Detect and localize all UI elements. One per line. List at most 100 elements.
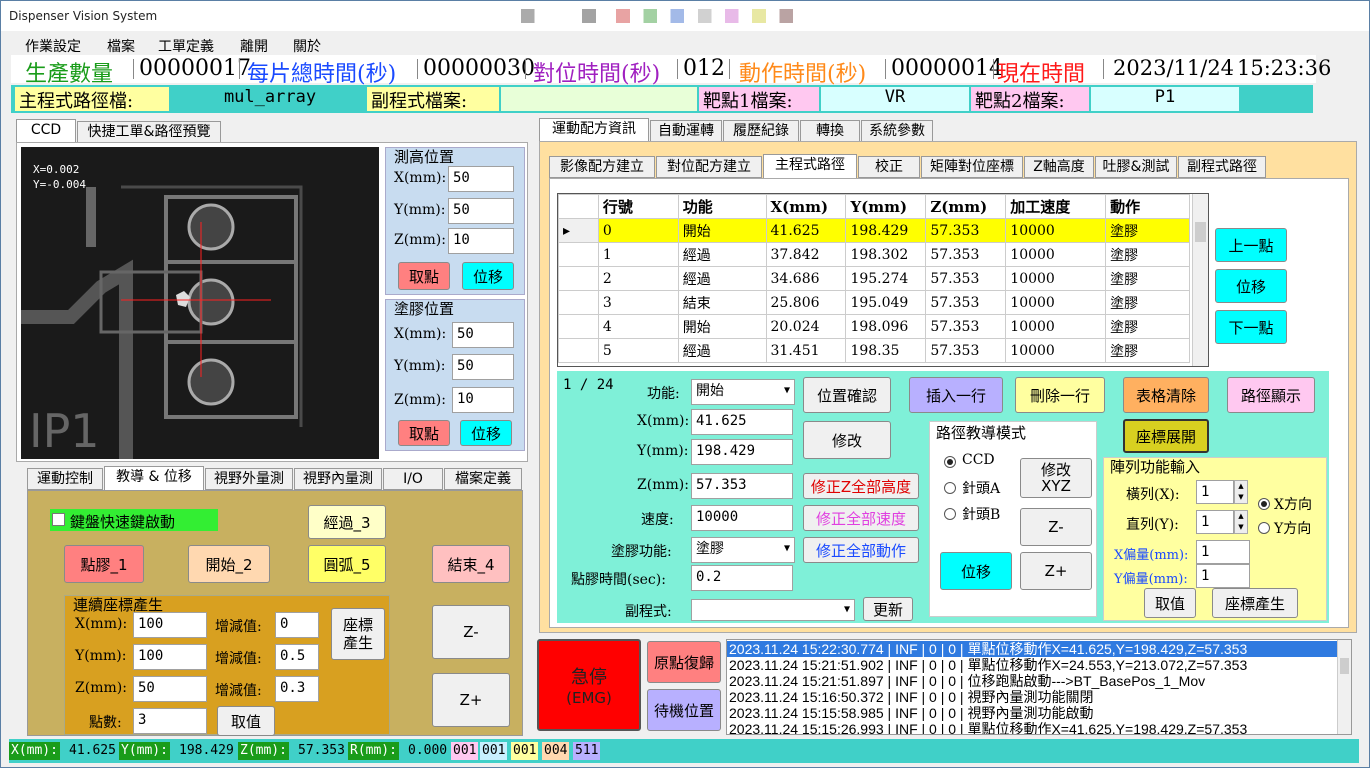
tab-auto-run[interactable]: 自動運轉	[650, 120, 722, 142]
table-cell[interactable]: 198.302	[845, 242, 927, 267]
show-path-button[interactable]: 路徑顯示	[1227, 377, 1315, 413]
dot-glue-button[interactable]: 點膠_1	[64, 545, 144, 583]
table-cell[interactable]: 57.353	[925, 338, 1007, 363]
height-take-point-button[interactable]: 取點	[398, 262, 450, 290]
height-move-button[interactable]: 位移	[462, 262, 514, 290]
tab-calibration[interactable]: 校正	[858, 156, 920, 178]
height-y-input[interactable]: 50	[448, 198, 514, 224]
table-scrollbar[interactable]	[1192, 194, 1208, 366]
column-header[interactable]: X(mm)	[765, 194, 847, 219]
fix-all-z-button[interactable]: 修正Z全部高度	[803, 473, 919, 499]
table-cell[interactable]: 57.353	[925, 290, 1007, 315]
standby-position-button[interactable]: 待機位置	[647, 689, 721, 731]
table-row[interactable]: 4 開始 20.024 198.096 57.353 10000 塗膠	[558, 314, 1190, 339]
table-cell[interactable]: 41.625	[765, 218, 847, 243]
tab-quick-workorder[interactable]: 快捷工單&路徑預覽	[77, 121, 221, 143]
table-cell[interactable]: 57.353	[925, 314, 1007, 339]
speed-input[interactable]: 10000	[691, 505, 793, 531]
tab-inside-measure[interactable]: 視野內量測	[294, 468, 382, 490]
table-cell[interactable]: 經過	[677, 242, 767, 267]
y-direction-radio[interactable]	[1258, 522, 1270, 534]
fix-all-speed-button[interactable]: 修正全部速度	[803, 505, 919, 531]
table-cell[interactable]: 10000	[1005, 242, 1107, 267]
teach-mode-z-minus-button[interactable]: Z-	[1020, 508, 1092, 546]
table-cell[interactable]: 1	[597, 242, 679, 267]
x-direction-radio[interactable]	[1258, 498, 1270, 510]
end-button[interactable]: 結束_4	[432, 545, 510, 583]
table-cell[interactable]: 經過	[677, 266, 767, 291]
tab-image-recipe[interactable]: 影像配方建立	[549, 156, 655, 178]
cont-x-input[interactable]: 100	[133, 612, 207, 638]
cont-inc-x-input[interactable]: 0	[275, 612, 319, 638]
array-rows-input[interactable]: 1	[1196, 510, 1234, 534]
teach-mode-z-plus-button[interactable]: Z+	[1020, 552, 1092, 590]
table-cell[interactable]: 195.049	[845, 290, 927, 315]
cont-cancel-button[interactable]: 取值	[217, 706, 275, 736]
array-cancel-button[interactable]: 取值	[1144, 588, 1196, 618]
via-button[interactable]: 經過_3	[308, 505, 386, 539]
modify-button[interactable]: 修改	[803, 421, 891, 459]
glue-function-select[interactable]: 塗膠 ▼	[691, 537, 795, 563]
table-cell[interactable]: 31.451	[765, 338, 847, 363]
table-cell[interactable]: 5	[597, 338, 679, 363]
keyboard-shortcut-toggle[interactable]: 鍵盤快速鍵啟動	[50, 509, 218, 531]
column-header[interactable]: 動作	[1105, 194, 1190, 219]
tab-teach-move[interactable]: 教導 & 位移	[104, 466, 204, 490]
glue-y-input[interactable]: 50	[452, 354, 514, 380]
table-cell[interactable]: 塗膠	[1105, 266, 1190, 291]
menu-exit[interactable]: 離開	[240, 36, 268, 56]
row-selector[interactable]: ▸	[558, 218, 599, 243]
table-cell[interactable]: 57.353	[925, 218, 1007, 243]
home-return-button[interactable]: 原點復歸	[647, 641, 721, 683]
clear-table-button[interactable]: 表格清除	[1123, 377, 1209, 413]
expand-coords-button[interactable]: 座標展開	[1123, 419, 1209, 453]
position-confirm-button[interactable]: 位置確認	[803, 377, 891, 413]
tab-main-path[interactable]: 主程式路徑	[763, 154, 857, 178]
array-generate-button[interactable]: 座標產生	[1212, 588, 1298, 618]
tab-align-recipe[interactable]: 對位配方建立	[656, 156, 762, 178]
teach-z-minus-button[interactable]: Z-	[432, 605, 510, 659]
table-cell[interactable]: 10000	[1005, 218, 1107, 243]
x-offset-input[interactable]: 1	[1196, 540, 1250, 564]
log-line[interactable]: 2023.11.24 15:22:30.774 | INF | 0 | 0 | …	[727, 641, 1337, 657]
insert-row-button[interactable]: 插入一行	[909, 377, 1003, 413]
glue-take-point-button[interactable]: 取點	[398, 420, 450, 446]
tab-history[interactable]: 履歷紀錄	[723, 120, 799, 142]
menu-about[interactable]: 關於	[293, 36, 321, 56]
height-z-input[interactable]: 10	[448, 228, 514, 254]
row-selector[interactable]	[558, 266, 599, 291]
dispense-time-input[interactable]: 0.2	[691, 565, 793, 591]
table-row[interactable]: 2 經過 34.686 195.274 57.353 10000 塗膠	[558, 266, 1190, 291]
table-cell[interactable]: 塗膠	[1105, 314, 1190, 339]
scrollbar-thumb[interactable]	[1340, 658, 1349, 674]
table-row[interactable]: 1 經過 37.842 198.302 57.353 10000 塗膠	[558, 242, 1190, 267]
row-selector[interactable]	[558, 290, 599, 315]
array-cols-input[interactable]: 1	[1196, 480, 1234, 504]
glue-move-button[interactable]: 位移	[460, 420, 512, 446]
table-cell[interactable]: 198.35	[845, 338, 927, 363]
start-button[interactable]: 開始_2	[188, 545, 270, 583]
needle-a-radio[interactable]	[944, 482, 956, 494]
cont-z-input[interactable]: 50	[133, 676, 207, 702]
row-selector[interactable]	[558, 314, 599, 339]
log-line[interactable]: 2023.11.24 15:15:58.985 | INF | 0 | 0 | …	[727, 705, 1093, 721]
tab-dispense-test[interactable]: 吐膠&測試	[1095, 156, 1177, 178]
table-cell[interactable]: 37.842	[765, 242, 847, 267]
glue-z-input[interactable]: 10	[452, 387, 514, 413]
ccd-radio[interactable]	[944, 456, 956, 468]
table-row[interactable]: 3 結束 25.806 195.049 57.353 10000 塗膠	[558, 290, 1190, 315]
table-cell[interactable]: 198.096	[845, 314, 927, 339]
column-header[interactable]: 加工速度	[1005, 194, 1107, 219]
tab-file-definition[interactable]: 檔案定義	[444, 468, 522, 490]
column-header[interactable]: Y(mm)	[845, 194, 927, 219]
cont-y-input[interactable]: 100	[133, 644, 207, 670]
row-selector[interactable]	[558, 242, 599, 267]
table-cell[interactable]: 塗膠	[1105, 338, 1190, 363]
table-cell[interactable]: 10000	[1005, 290, 1107, 315]
table-cell[interactable]: 經過	[677, 338, 767, 363]
log-line[interactable]: 2023.11.24 15:21:51.897 | INF | 0 | 0 | …	[727, 673, 1205, 689]
function-select[interactable]: 開始 ▼	[691, 379, 795, 405]
emergency-stop-button[interactable]: 急停 (EMG)	[537, 639, 641, 731]
column-header[interactable]: Z(mm)	[925, 194, 1007, 219]
table-cell[interactable]: 10000	[1005, 314, 1107, 339]
